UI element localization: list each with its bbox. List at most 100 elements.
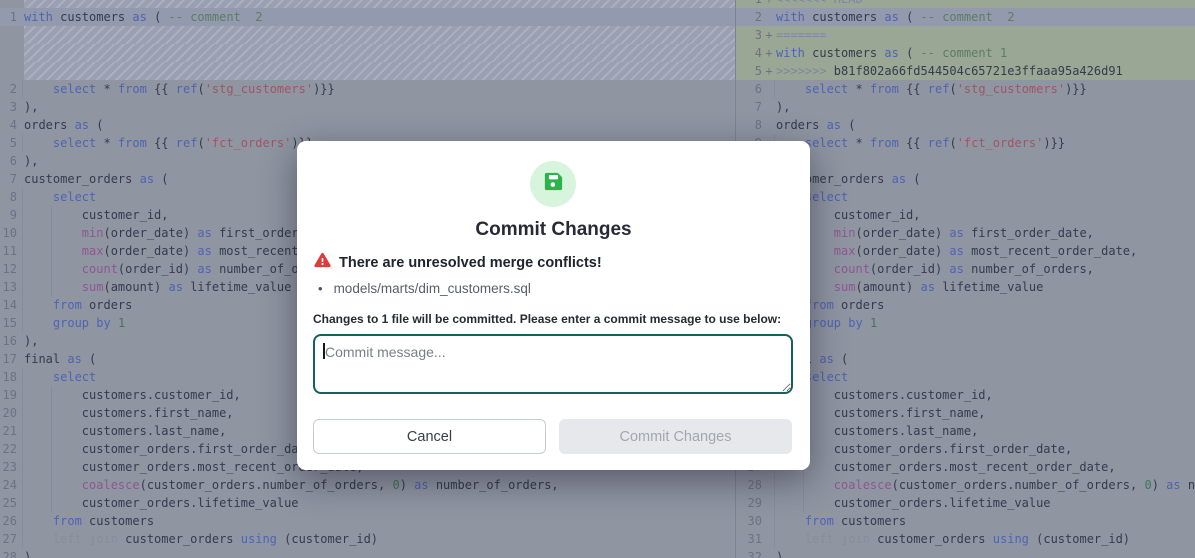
line-number: 11 — [0, 242, 17, 260]
line-number: 6 — [0, 152, 17, 170]
diff-add-marker — [762, 8, 776, 26]
line-number: 12 — [0, 260, 17, 278]
diff-add-marker — [17, 350, 24, 368]
code-line: 24 coalesce(customer_orders.number_of_or… — [0, 476, 735, 494]
line-number: 3 — [0, 98, 17, 116]
diff-placeholder-hatch — [0, 0, 735, 8]
diff-placeholder-hatch — [0, 26, 735, 44]
line-number: 31 — [736, 530, 762, 548]
code-text: customer_id, — [776, 206, 1195, 224]
code-text: customer_orders as ( — [776, 170, 1195, 188]
line-number: 18 — [0, 368, 17, 386]
code-text: >>>>>>> b81f802a66fd544504c65721e3ffaaa9… — [776, 62, 1195, 80]
diff-add-marker — [17, 152, 24, 170]
line-number: 8 — [0, 188, 17, 206]
code-text: min(order_date) as first_order_date, — [776, 224, 1195, 242]
code-line: 3+======= — [736, 26, 1195, 44]
diff-add-marker — [17, 0, 24, 8]
code-text: select * from {{ ref('stg_customers')}} — [24, 80, 735, 98]
code-text: from customers — [24, 512, 735, 530]
line-number: 13 — [0, 278, 17, 296]
save-icon-circle — [530, 161, 576, 207]
code-text: ), — [776, 332, 1195, 350]
line-number: 30 — [736, 512, 762, 530]
code-line: 6 select * from {{ ref('stg_customers')}… — [736, 80, 1195, 98]
code-text: ), — [24, 98, 735, 116]
diff-add-marker — [17, 62, 24, 80]
line-number — [0, 0, 17, 8]
diff-add-marker — [17, 98, 24, 116]
code-text: sum(amount) as lifetime_value — [776, 278, 1195, 296]
line-number: 15 — [0, 314, 17, 332]
line-number: 20 — [0, 404, 17, 422]
code-line: 25 customer_orders.lifetime_value — [0, 494, 735, 512]
code-text: select * from {{ ref('stg_customers')}} — [776, 80, 1195, 98]
code-line: 29 customer_orders.lifetime_value — [736, 494, 1195, 512]
merge-conflict-warning: There are unresolved merge conflicts! — [314, 252, 602, 273]
code-text: count(order_id) as number_of_orders, — [776, 260, 1195, 278]
line-number: 2 — [0, 80, 17, 98]
code-text: select — [776, 188, 1195, 206]
code-line: 28 coalesce(customer_orders.number_of_or… — [736, 476, 1195, 494]
code-line: 2 select * from {{ ref('stg_customers')}… — [0, 80, 735, 98]
line-number: 28 — [0, 548, 17, 558]
line-number: 9 — [0, 206, 17, 224]
code-text: with customers as ( -- comment 2 — [24, 8, 735, 26]
line-number: 26 — [0, 512, 17, 530]
line-number: 5 — [736, 62, 762, 80]
code-line: 30 from customers — [736, 512, 1195, 530]
line-number: 5 — [0, 134, 17, 152]
diff-add-marker — [17, 26, 24, 44]
line-number: 28 — [736, 476, 762, 494]
diff-add-marker: + — [762, 26, 776, 44]
conflicted-file-path: models/marts/dim_customers.sql — [334, 281, 531, 296]
code-text — [24, 62, 735, 80]
code-line: 27 left join customer_orders using (cust… — [0, 530, 735, 548]
line-number: 7 — [736, 98, 762, 116]
ide-screen: 1with customers as ( -- comment 22 selec… — [0, 0, 1195, 558]
commit-message-input[interactable] — [313, 334, 793, 394]
diff-add-marker — [17, 332, 24, 350]
code-text: with customers as ( -- comment 2 — [776, 8, 1195, 26]
code-text: group by 1 — [776, 314, 1195, 332]
code-text — [24, 0, 735, 8]
code-text: max(order_date) as most_recent_order_dat… — [776, 242, 1195, 260]
code-text: left join customer_orders using (custome… — [24, 530, 735, 548]
code-text: left join customer_orders using (custome… — [776, 530, 1195, 548]
warning-text: There are unresolved merge conflicts! — [339, 255, 602, 271]
line-number: 2 — [736, 8, 762, 26]
commit-prompt-label: Changes to 1 file will be committed. Ple… — [313, 312, 781, 326]
bullet-icon: • — [318, 281, 323, 296]
code-text: ) — [24, 548, 735, 558]
warning-triangle-icon — [314, 252, 331, 273]
code-text: ), — [776, 98, 1195, 116]
code-text — [24, 26, 735, 44]
diff-add-marker — [17, 8, 24, 26]
line-number: 16 — [0, 332, 17, 350]
commit-changes-button[interactable]: Commit Changes — [559, 419, 792, 454]
line-number: 19 — [0, 386, 17, 404]
code-line: 8orders as ( — [736, 116, 1195, 134]
line-number: 24 — [0, 476, 17, 494]
code-text: customer_orders.lifetime_value — [776, 494, 1195, 512]
line-number: 23 — [0, 458, 17, 476]
line-number: 6 — [736, 80, 762, 98]
code-text: customer_orders.first_order_date, — [776, 440, 1195, 458]
save-icon — [542, 170, 565, 198]
diff-add-marker: + — [762, 44, 776, 62]
line-number: 22 — [0, 440, 17, 458]
code-text: customers.last_name, — [776, 422, 1195, 440]
code-text: ) — [776, 548, 1195, 558]
code-line: 31 left join customer_orders using (cust… — [736, 530, 1195, 548]
cancel-button[interactable]: Cancel — [313, 419, 546, 454]
code-text: from orders — [776, 296, 1195, 314]
diff-add-marker: + — [762, 62, 776, 80]
line-number: 14 — [0, 296, 17, 314]
code-text: customers.first_name, — [776, 404, 1195, 422]
code-line: 1with customers as ( -- comment 2 — [0, 8, 735, 26]
line-number: 3 — [736, 26, 762, 44]
diff-placeholder-hatch — [0, 62, 735, 80]
line-number — [0, 62, 17, 80]
commit-message-field-wrap — [313, 334, 793, 394]
commit-changes-dialog: Commit Changes There are unresolved merg… — [297, 141, 810, 470]
